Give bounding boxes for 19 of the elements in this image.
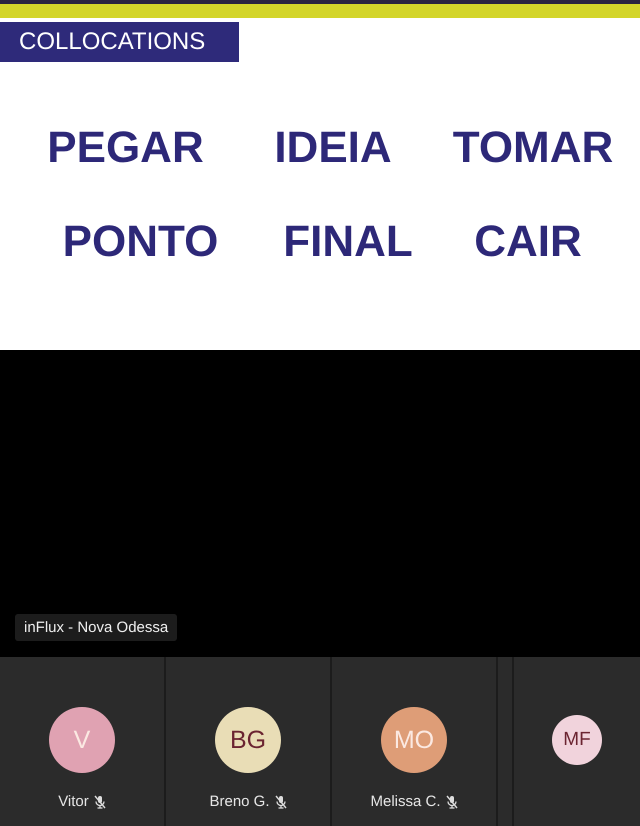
participant-name: Melissa C. (370, 793, 440, 810)
avatar: MF (552, 715, 602, 765)
slide-word: PONTO (62, 218, 220, 266)
video-name-label: inFlux - Nova Odessa (15, 614, 178, 641)
avatar: BG (215, 707, 281, 773)
participant-name: Breno G. (209, 793, 270, 810)
participant-name: Vitor (58, 793, 89, 810)
participant-tile[interactable]: MO Melissa C. (332, 657, 496, 826)
slide-title: COLLOCATIONS (0, 22, 239, 62)
participant-tile[interactable]: V Vitor (0, 657, 164, 826)
slide-word: FINAL (282, 218, 414, 266)
participant-tile[interactable]: MF (514, 657, 640, 826)
participant-tile[interactable]: BG Breno G. (166, 657, 330, 826)
slide-word: TOMAR (452, 124, 614, 172)
slide-word: CAIR (473, 218, 583, 266)
slide-word: IDEIA (273, 124, 393, 172)
slide-word: PEGAR (46, 124, 205, 172)
avatar: V (49, 707, 115, 773)
avatar: MO (381, 707, 447, 773)
